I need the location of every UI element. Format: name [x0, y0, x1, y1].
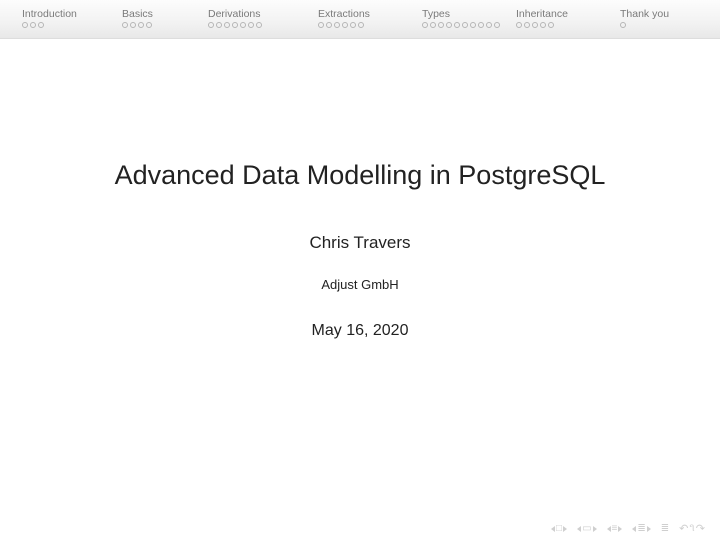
affiliation: Adjust GmbH [0, 277, 720, 292]
slide-dot[interactable] [232, 22, 238, 28]
nav-section-basics[interactable]: Basics [114, 8, 200, 28]
slide-dot[interactable] [532, 22, 538, 28]
beamer-nav-footer: □ ▭ ≡ ≣ ≣ ↶ ૧ ↷ [548, 522, 708, 535]
slide-dot[interactable] [30, 22, 36, 28]
nav-progress-dots [620, 22, 694, 28]
slide-dot[interactable] [256, 22, 262, 28]
nav-progress-dots [122, 22, 192, 28]
nav-section-introduction[interactable]: Introduction [14, 8, 114, 28]
mode-icon: ≣ [661, 524, 669, 534]
nav-label: Types [422, 8, 500, 20]
section-icon: ▭ [582, 524, 591, 534]
presentation-date: May 16, 2020 [0, 322, 720, 340]
nav-section-controls[interactable]: ▭ [574, 524, 599, 534]
title-slide-content: Advanced Data Modelling in PostgreSQL Ch… [0, 160, 720, 340]
slide-dot[interactable] [454, 22, 460, 28]
slide-dot[interactable] [208, 22, 214, 28]
slide-dot[interactable] [130, 22, 136, 28]
slide-dot[interactable] [462, 22, 468, 28]
prev-section-icon [577, 526, 581, 532]
appendix-icon: ≣ [637, 524, 645, 534]
nav-progress-dots [422, 22, 500, 28]
prev-slide-icon [551, 526, 555, 532]
slide-dot[interactable] [122, 22, 128, 28]
slide-dot[interactable] [38, 22, 44, 28]
search-icon: ૧ [689, 522, 694, 535]
author-name: Chris Travers [0, 233, 720, 253]
next-subsection-icon [618, 526, 622, 532]
nav-appendix-controls[interactable]: ≣ [629, 524, 653, 534]
subsection-icon: ≡ [612, 524, 618, 534]
slide-dot[interactable] [146, 22, 152, 28]
prev-appendix-icon [632, 526, 636, 532]
nav-progress-dots [22, 22, 100, 28]
section-nav-header: Introduction Basics Derivations [0, 0, 720, 39]
slide-dot[interactable] [430, 22, 436, 28]
nav-label: Thank you [620, 8, 694, 20]
slide-dot[interactable] [422, 22, 428, 28]
slide-dot[interactable] [494, 22, 500, 28]
nav-progress-dots [516, 22, 594, 28]
slide-dot[interactable] [224, 22, 230, 28]
slide-dot[interactable] [478, 22, 484, 28]
nav-section-inheritance[interactable]: Inheritance [508, 8, 612, 28]
nav-subsection-controls[interactable]: ≡ [604, 524, 626, 534]
nav-progress-dots [318, 22, 396, 28]
slide-dot[interactable] [470, 22, 476, 28]
slide-dot[interactable] [438, 22, 444, 28]
slide-dot[interactable] [486, 22, 492, 28]
presentation-title: Advanced Data Modelling in PostgreSQL [0, 160, 720, 191]
nav-section-extractions[interactable]: Extractions [310, 8, 414, 28]
slide-dot[interactable] [446, 22, 452, 28]
slide-dot[interactable] [334, 22, 340, 28]
slide-dot[interactable] [318, 22, 324, 28]
slide-dot[interactable] [138, 22, 144, 28]
slide-dot[interactable] [240, 22, 246, 28]
nav-label: Introduction [22, 8, 106, 20]
slide-dot[interactable] [524, 22, 530, 28]
section-nav-row: Introduction Basics Derivations [0, 8, 720, 28]
slide-dot[interactable] [216, 22, 222, 28]
next-appendix-icon [647, 526, 651, 532]
nav-progress-dots [208, 22, 286, 28]
nav-label: Extractions [318, 8, 406, 20]
prev-subsection-icon [607, 526, 611, 532]
nav-label: Derivations [208, 8, 302, 20]
slide-dot[interactable] [540, 22, 546, 28]
slide-dot[interactable] [22, 22, 28, 28]
nav-section-derivations[interactable]: Derivations [200, 8, 310, 28]
nav-section-types[interactable]: Types [414, 8, 508, 28]
slide-dot[interactable] [516, 22, 522, 28]
frame-icon: □ [556, 524, 562, 534]
nav-loop-controls[interactable]: ↶ ૧ ↷ [676, 522, 708, 535]
slide-dot[interactable] [248, 22, 254, 28]
forward-icon: ↷ [696, 522, 705, 535]
nav-label: Inheritance [516, 8, 604, 20]
next-section-icon [593, 526, 597, 532]
back-icon: ↶ [679, 522, 688, 535]
slide-dot[interactable] [342, 22, 348, 28]
nav-section-thank-you[interactable]: Thank you [612, 8, 702, 28]
slide-dot[interactable] [620, 22, 626, 28]
nav-label: Basics [122, 8, 192, 20]
next-slide-icon [563, 526, 567, 532]
slide-dot[interactable] [350, 22, 356, 28]
slide-dot[interactable] [548, 22, 554, 28]
slide-dot[interactable] [326, 22, 332, 28]
nav-presentation-mode[interactable]: ≣ [658, 524, 672, 534]
slide-dot[interactable] [358, 22, 364, 28]
nav-frame-controls[interactable]: □ [548, 524, 570, 534]
